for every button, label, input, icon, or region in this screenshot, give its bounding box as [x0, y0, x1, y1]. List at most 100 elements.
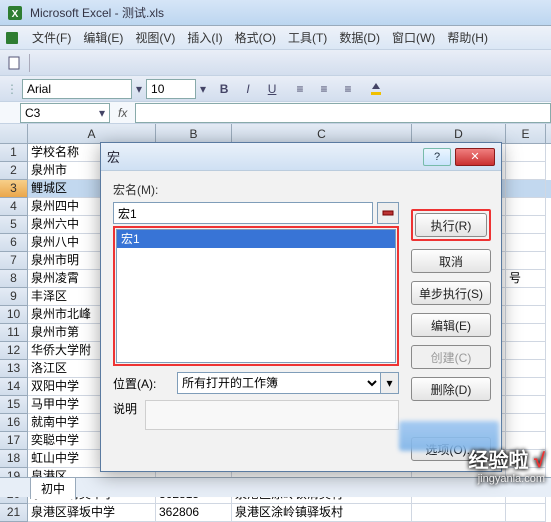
cell[interactable]	[506, 234, 546, 252]
row-header[interactable]: 11	[0, 324, 28, 342]
row-header[interactable]: 8	[0, 270, 28, 288]
cell[interactable]	[506, 162, 546, 180]
cell[interactable]	[506, 414, 546, 432]
fill-color-button[interactable]	[366, 79, 386, 99]
row-header[interactable]: 2	[0, 162, 28, 180]
bold-button[interactable]: B	[214, 79, 234, 99]
macro-list[interactable]: 宏1	[116, 229, 396, 363]
col-header-e[interactable]: E	[506, 124, 546, 143]
cell[interactable]	[506, 324, 546, 342]
formula-input[interactable]	[135, 103, 551, 123]
cell[interactable]: 泉港区驿坂中学	[28, 504, 156, 522]
edit-button[interactable]: 编辑(E)	[411, 313, 491, 337]
step-into-button[interactable]: 单步执行(S)	[411, 281, 491, 305]
dropdown-icon[interactable]: ▾	[200, 82, 206, 96]
col-header-c[interactable]: C	[232, 124, 412, 143]
row-header[interactable]: 6	[0, 234, 28, 252]
row-header[interactable]: 14	[0, 378, 28, 396]
row-header[interactable]: 21	[0, 504, 28, 522]
menu-view[interactable]: 视图(V)	[129, 26, 181, 49]
cell[interactable]: 362806	[156, 504, 232, 522]
location-select[interactable]: 所有打开的工作簿	[177, 372, 381, 394]
dialog-button-column: 执行(R) 取消 单步执行(S) 编辑(E) 创建(C) 删除(D)	[411, 209, 491, 401]
col-header-b[interactable]: B	[156, 124, 232, 143]
dropdown-icon[interactable]: ▾	[136, 82, 142, 96]
cell[interactable]	[506, 342, 546, 360]
cell[interactable]	[506, 396, 546, 414]
run-button[interactable]: 执行(R)	[415, 213, 487, 237]
excel-icon: X	[6, 4, 24, 22]
row-header[interactable]: 18	[0, 450, 28, 468]
col-header-a[interactable]: A	[28, 124, 156, 143]
sheet-tab-active[interactable]: 初中	[30, 477, 76, 499]
row-header[interactable]: 7	[0, 252, 28, 270]
font-size-input[interactable]	[146, 79, 196, 99]
menu-file[interactable]: 文件(F)	[26, 26, 77, 49]
cell[interactable]	[506, 288, 546, 306]
macro-list-highlight: 宏1	[113, 226, 399, 366]
dialog-close-button[interactable]: ✕	[455, 148, 495, 166]
dialog-titlebar[interactable]: 宏 ? ✕	[101, 143, 501, 171]
new-icon[interactable]	[6, 55, 22, 71]
row-header[interactable]: 10	[0, 306, 28, 324]
name-box-value: C3	[25, 106, 40, 120]
grid-row: 21泉港区驿坂中学362806泉港区涂岭镇驿坂村	[0, 504, 551, 522]
description-label: 说明	[113, 400, 137, 430]
row-header[interactable]: 12	[0, 342, 28, 360]
collapse-icon	[382, 207, 394, 219]
delete-button[interactable]: 删除(D)	[411, 377, 491, 401]
align-right-button[interactable]: ≡	[338, 79, 358, 99]
cell[interactable]	[506, 144, 546, 162]
cell[interactable]: 泉港区涂岭镇驿坂村	[232, 504, 412, 522]
row-header[interactable]: 13	[0, 360, 28, 378]
toolbar-grip-icon: ⋮	[6, 82, 18, 96]
menu-format[interactable]: 格式(O)	[229, 26, 282, 49]
cell[interactable]	[506, 180, 546, 198]
italic-button[interactable]: I	[238, 79, 258, 99]
macro-list-item[interactable]: 宏1	[117, 230, 395, 248]
menu-edit[interactable]: 编辑(E)	[77, 26, 129, 49]
watermark-brand: 经验啦	[468, 450, 528, 472]
col-header-d[interactable]: D	[412, 124, 506, 143]
row-header[interactable]: 4	[0, 198, 28, 216]
app-menu-icon[interactable]	[4, 30, 20, 46]
menu-help[interactable]: 帮助(H)	[441, 26, 494, 49]
cell[interactable]	[412, 504, 506, 522]
row-header[interactable]: 15	[0, 396, 28, 414]
select-all-corner[interactable]	[0, 124, 28, 143]
row-header[interactable]: 9	[0, 288, 28, 306]
cell[interactable]	[506, 252, 546, 270]
reference-collapse-button[interactable]	[377, 202, 399, 224]
cell[interactable]	[506, 216, 546, 234]
dropdown-icon[interactable]: ▾	[99, 106, 105, 120]
macro-name-input[interactable]	[113, 202, 373, 224]
dialog-help-button[interactable]: ?	[423, 148, 451, 166]
menu-insert[interactable]: 插入(I)	[181, 26, 228, 49]
cell[interactable]	[506, 378, 546, 396]
menu-window[interactable]: 窗口(W)	[386, 26, 441, 49]
watermark-url: jingyanla.com	[468, 473, 545, 485]
align-center-button[interactable]: ≡	[314, 79, 334, 99]
cell[interactable]: 号	[506, 270, 546, 288]
row-header[interactable]: 16	[0, 414, 28, 432]
font-name-input[interactable]	[22, 79, 132, 99]
fx-icon[interactable]: fx	[118, 106, 127, 120]
dropdown-icon[interactable]: ▾	[381, 372, 399, 394]
window-title: Microsoft Excel - 测试.xls	[30, 4, 164, 21]
create-button: 创建(C)	[411, 345, 491, 369]
row-header[interactable]: 5	[0, 216, 28, 234]
row-header[interactable]: 17	[0, 432, 28, 450]
cell[interactable]	[506, 360, 546, 378]
cancel-button[interactable]: 取消	[411, 249, 491, 273]
menu-tools[interactable]: 工具(T)	[282, 26, 333, 49]
menu-bar: 文件(F) 编辑(E) 视图(V) 插入(I) 格式(O) 工具(T) 数据(D…	[0, 26, 551, 50]
cell[interactable]	[506, 504, 546, 522]
row-header[interactable]: 1	[0, 144, 28, 162]
underline-button[interactable]: U	[262, 79, 282, 99]
name-box[interactable]: C3 ▾	[20, 103, 110, 123]
align-left-button[interactable]: ≡	[290, 79, 310, 99]
cell[interactable]	[506, 198, 546, 216]
cell[interactable]	[506, 306, 546, 324]
row-header[interactable]: 3	[0, 180, 28, 198]
menu-data[interactable]: 数据(D)	[333, 26, 386, 49]
